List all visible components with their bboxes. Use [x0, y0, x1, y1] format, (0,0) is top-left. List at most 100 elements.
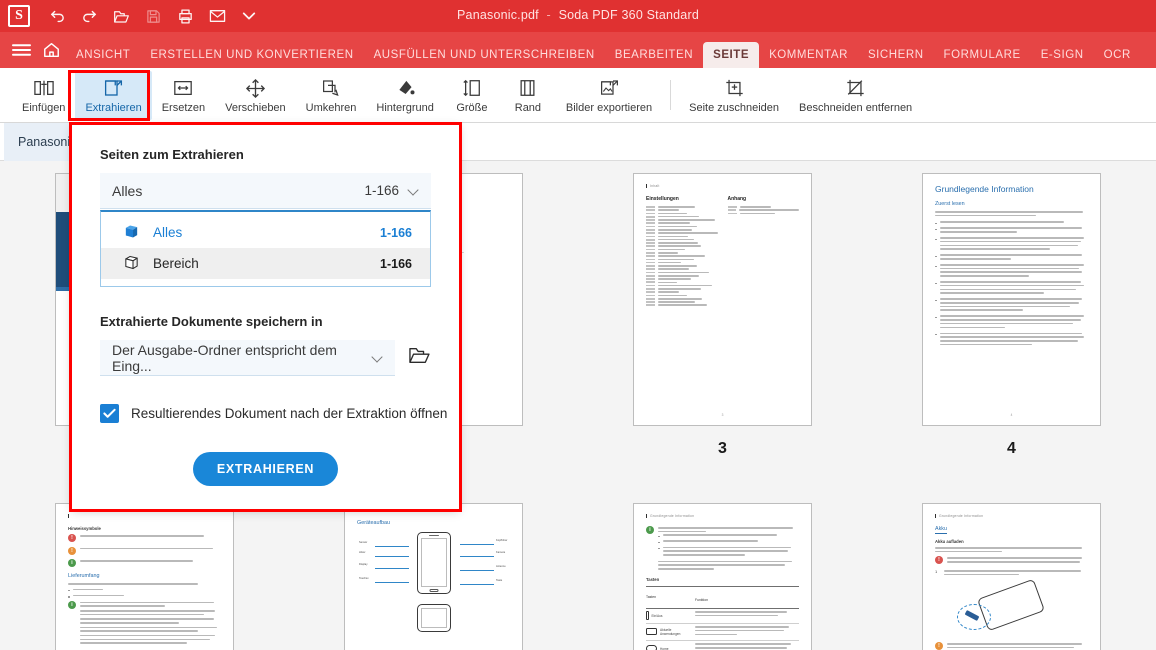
note-icon: i — [68, 600, 76, 609]
menu-item-bearbeiten[interactable]: BEARBEITEN — [605, 42, 703, 68]
thumbnail-cell[interactable]: Grundlegende Information Akku Akku aufla… — [867, 503, 1156, 650]
page-running-header: Grundlegende Information — [646, 514, 799, 518]
warning-row: ! — [68, 546, 221, 555]
insert-page-icon — [33, 77, 55, 99]
ribbon-button-bilder-exportieren[interactable]: Bilder exportieren — [556, 71, 662, 120]
akku-title: Akku — [935, 526, 947, 534]
thumbnail-cell[interactable]: Grundlegende Information Zuerst lesen 4 … — [867, 173, 1156, 503]
warning-row: ! — [68, 534, 221, 542]
page-thumbnail-3[interactable]: Inhalt Einstellungen Anhang 3 — [633, 173, 812, 426]
thumbnail-cell[interactable]: Geräteaufbau Sensor Hörer Display Touchs… — [289, 503, 578, 650]
thumbnail-cell[interactable]: Grundlegende Information i Tasten Tasten… — [578, 503, 867, 650]
ribbon-label-hintergrund: Hintergrund — [376, 102, 434, 114]
dropdown-option-range: 1-166 — [380, 256, 412, 271]
menu-item-erstellen-und-konvertieren[interactable]: ERSTELLEN UND KONVERTIEREN — [140, 42, 363, 68]
ribbon-button-umkehren[interactable]: Umkehren — [296, 71, 367, 120]
page-range-combobox[interactable]: Alles 1-166 — [100, 173, 431, 209]
ribbon-button-beschneiden-entfernen[interactable]: Beschneiden entfernen — [789, 71, 922, 120]
menu-item-ausfuellen-und-unterschreiben[interactable]: AUSFÜLLEN UND UNTERSCHREIBEN — [364, 42, 605, 68]
ribbon-label-verschieben: Verschieben — [225, 102, 286, 114]
thumbnail-cell[interactable]: Inhalt Einstellungen Anhang 3 3 — [578, 173, 867, 503]
ribbon-button-groesse[interactable]: Größe — [444, 71, 500, 120]
caution-icon: ! — [68, 546, 76, 555]
margin-icon — [518, 77, 537, 99]
warning-row: ! — [935, 556, 1088, 565]
chevron-down-icon[interactable] — [373, 353, 383, 363]
open-folder-icon[interactable] — [106, 3, 136, 29]
hamburger-menu-icon[interactable] — [6, 32, 36, 68]
ribbon-button-ersetzen[interactable]: Ersetzen — [152, 71, 215, 120]
table-title-tasten: Tasten — [646, 576, 660, 582]
quick-access-toolbar — [42, 3, 264, 29]
page-thumbnail-5[interactable]: Hinweissymbole ! ! i Lieferumfang i — [55, 503, 234, 650]
output-folder-combobox[interactable]: Der Ausgabe-Ordner entspricht dem Eing..… — [100, 340, 395, 376]
warning-row: i — [68, 559, 221, 567]
page-content: Hinweissymbole ! ! i Lieferumfang i — [56, 504, 233, 650]
save-icon — [138, 3, 168, 29]
page-thumbnail-6[interactable]: Geräteaufbau Sensor Hörer Display Touchs… — [344, 503, 523, 650]
recent-apps-key-icon — [646, 628, 657, 636]
toc-column-anhang: Anhang — [727, 196, 799, 308]
dropdown-option-alles[interactable]: Alles 1-166 — [101, 217, 430, 248]
device-diagram: Sensor Hörer Display Touchsc. Kopfhörer … — [357, 532, 510, 594]
page-thumbnail-4[interactable]: Grundlegende Information Zuerst lesen 4 — [922, 173, 1101, 426]
mail-icon[interactable] — [202, 3, 232, 29]
home-icon[interactable] — [36, 32, 66, 68]
menu-item-ocr[interactable]: OCR — [1094, 42, 1141, 68]
chevron-down-icon[interactable] — [234, 3, 264, 29]
page-title: Grundlegende Information — [935, 184, 1034, 194]
section-heading-geraeteaufbau: Geräteaufbau — [357, 520, 390, 526]
page-number-label: 3 — [718, 440, 727, 457]
menu-bar: ANSICHT ERSTELLEN UND KONVERTIEREN AUSFÜ… — [0, 32, 1156, 68]
ribbon-button-hintergrund[interactable]: Hintergrund — [366, 71, 443, 120]
ribbon-button-rand[interactable]: Rand — [500, 71, 556, 120]
save-location-row: Der Ausgabe-Ordner entspricht dem Eing..… — [100, 340, 431, 376]
crop-page-icon — [724, 77, 745, 99]
page-content: Geräteaufbau Sensor Hörer Display Touchs… — [345, 504, 522, 650]
extract-page-icon — [103, 77, 124, 99]
menu-item-seite[interactable]: SEITE — [703, 42, 760, 68]
ribbon-label-extrahieren: Extrahieren — [85, 102, 142, 114]
page-range-dropdown-list[interactable]: Alles 1-166 Bereich 1-166 — [100, 210, 431, 287]
ribbon-button-verschieben[interactable]: Verschieben — [215, 71, 296, 120]
extract-button[interactable]: EXTRAHIEREN — [192, 452, 339, 486]
ribbon-button-einfuegen[interactable]: Einfügen — [12, 71, 75, 120]
browse-folder-button[interactable] — [407, 346, 431, 370]
ribbon-label-beschneiden-entfernen: Beschneiden entfernen — [799, 102, 913, 114]
phone-illustration — [416, 532, 451, 594]
remove-crop-icon — [845, 77, 866, 99]
page-range-display: 1-166 — [364, 183, 399, 198]
note-icon: i — [68, 559, 76, 567]
app-window: S Panasonic.pdf - Soda PDF 360 Standard … — [0, 0, 1156, 650]
single-page-stack-icon — [123, 254, 140, 274]
key-label: Aktuelle Anwendungen — [660, 627, 681, 636]
open-after-extraction-checkbox[interactable] — [100, 404, 119, 423]
menu-item-e-sign[interactable]: E-SIGN — [1031, 42, 1094, 68]
ribbon-label-einfuegen: Einfügen — [22, 102, 66, 114]
redo-icon[interactable] — [74, 3, 104, 29]
menu-item-sichern[interactable]: SICHERN — [858, 42, 934, 68]
undo-icon[interactable] — [42, 3, 72, 29]
toc-heading: Einstellungen — [646, 196, 679, 202]
ribbon-button-extrahieren[interactable]: Extrahieren — [75, 70, 152, 120]
save-location-label: Extrahierte Dokumente speichern in — [100, 314, 323, 329]
print-icon[interactable] — [170, 3, 200, 29]
menu-item-ansicht[interactable]: ANSICHT — [66, 42, 140, 68]
page-thumbnail-7[interactable]: Grundlegende Information i Tasten Tasten… — [633, 503, 812, 650]
menu-item-kommentar[interactable]: KOMMENTAR — [759, 42, 858, 68]
thumbnail-cell[interactable]: Hinweissymbole ! ! i Lieferumfang i — [0, 503, 289, 650]
soda-pdf-logo[interactable]: S — [8, 5, 30, 27]
title-bar: S Panasonic.pdf - Soda PDF 360 Standard — [0, 0, 1156, 32]
ribbon-label-bilder-exportieren: Bilder exportieren — [565, 102, 653, 114]
open-after-extraction-row[interactable]: Resultierendes Dokument nach der Extrakt… — [100, 404, 447, 423]
open-folder-icon — [408, 346, 430, 370]
keys-table: Tasten Funktion Ein/Aus Aktuelle Anwendu… — [646, 585, 799, 650]
move-page-icon — [245, 77, 266, 99]
page-thumbnail-8[interactable]: Grundlegende Information Akku Akku aufla… — [922, 503, 1101, 650]
dropdown-option-label: Bereich — [153, 256, 199, 271]
chevron-down-icon[interactable] — [409, 186, 419, 196]
dropdown-option-bereich[interactable]: Bereich 1-166 — [101, 248, 430, 279]
section-heading-hinweissymbole: Hinweissymbole — [68, 526, 101, 531]
menu-item-formulare[interactable]: FORMULARE — [934, 42, 1031, 68]
ribbon-button-seite-zuschneiden[interactable]: Seite zuschneiden — [679, 71, 789, 120]
